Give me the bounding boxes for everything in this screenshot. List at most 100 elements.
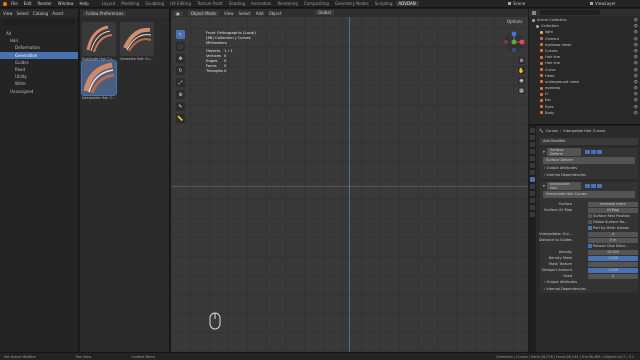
tab-advdan[interactable]: ADVDAN [395, 1, 419, 6]
modifier-tab-icon[interactable] [530, 177, 535, 182]
menu-render[interactable]: Render [37, 1, 51, 6]
render-toggle-icon[interactable] [596, 150, 602, 154]
tab-rendering[interactable]: Rendering [274, 1, 300, 6]
edit-mode-toggle-icon[interactable] [584, 150, 590, 154]
modifier-name-field[interactable]: Surface Deform [546, 148, 581, 156]
pan-hand-icon[interactable]: ✋ [518, 67, 525, 74]
internal-dependencies-subpanel[interactable]: › Internal Dependencies [540, 172, 638, 179]
tab-modeling[interactable]: Modeling [118, 1, 142, 6]
input-value-field[interactable]: 4 [588, 231, 638, 237]
tree-item-read[interactable]: Read [0, 66, 78, 73]
input-value-field[interactable]: 1.000 [588, 255, 638, 261]
asset-item[interactable]: Generate Hair Cu... [120, 22, 158, 61]
viewport-menu-object[interactable]: Object [269, 11, 282, 16]
tab-animation[interactable]: Animation [248, 1, 274, 6]
input-value-field[interactable]: 0 [588, 273, 638, 279]
menu-help[interactable]: Help [79, 1, 88, 6]
tree-item-guides[interactable]: Guides [0, 59, 78, 66]
tree-item-generation[interactable]: Generation [0, 51, 78, 59]
catalog-menu-view[interactable]: View [3, 11, 13, 16]
viewport-options-button[interactable]: Options [507, 19, 522, 24]
menu-file[interactable]: File [11, 1, 18, 6]
edit-mode-toggle-icon[interactable] [584, 184, 590, 188]
viewport-menu-select[interactable]: Select [238, 11, 250, 16]
editor-type-button[interactable]: ▣ [173, 10, 183, 16]
tab-shading[interactable]: Shading [226, 1, 248, 6]
mode-dropdown[interactable]: Object Mode [187, 10, 219, 16]
input-value-field[interactable]: 10.000 [588, 249, 638, 255]
output-attributes-subpanel[interactable]: › Output Attributes [540, 279, 638, 286]
input-value-field[interactable] [588, 261, 638, 267]
scene-selector[interactable]: Scene [508, 1, 525, 6]
checkbox[interactable] [588, 214, 592, 218]
internal-dependencies-subpanel[interactable]: › Internal Dependencies [540, 286, 638, 293]
grid-icon[interactable]: ▦ [518, 87, 525, 94]
collapse-icon[interactable]: ▾ [543, 184, 545, 188]
outliner-item[interactable]: Body 👁 [532, 110, 640, 116]
rotate-icon[interactable]: ↻ [176, 66, 185, 75]
tab-scripting[interactable]: Scripting [372, 1, 396, 6]
viewport-menu-view[interactable]: View [224, 11, 234, 16]
checkbox[interactable] [588, 220, 592, 224]
transform-icon[interactable]: ⊕ [176, 90, 185, 99]
render-tab-icon[interactable] [530, 135, 535, 140]
input-value-field[interactable]: UVMap [588, 207, 638, 213]
asset-item-selected[interactable]: Interpolate Hair C... [81, 60, 120, 100]
visibility-eye-icon[interactable]: 👁 [633, 110, 638, 116]
tree-item-write[interactable]: Write [0, 80, 78, 87]
data-tab-icon[interactable] [530, 205, 535, 210]
object-tab-icon[interactable] [530, 170, 535, 175]
physics-tab-icon[interactable] [530, 191, 535, 196]
modifier-name-field[interactable]: Interpolate Hair [546, 182, 581, 190]
catalog-menu-asset[interactable]: Asset [52, 11, 63, 16]
select-box-icon[interactable]: ◌ [176, 42, 185, 51]
node-group-field[interactable]: Interpolate Hair Curves [543, 191, 635, 198]
tree-item-utility[interactable]: Utility [0, 73, 78, 80]
tab-sculpting[interactable]: Sculpting [142, 1, 167, 6]
library-selector[interactable] [3, 19, 75, 25]
scene-tab-icon[interactable] [530, 156, 535, 161]
viewport-toggle-icon[interactable] [590, 150, 596, 154]
move-icon[interactable]: ✥ [176, 54, 185, 63]
tree-item-unassigned[interactable]: Unassigned [0, 88, 78, 95]
tab-compositing[interactable]: Compositing [301, 1, 332, 6]
catalog-menu-select[interactable]: Select [17, 11, 29, 16]
add-modifier-button[interactable]: Add Modifier [540, 138, 638, 145]
tab-uv-editing[interactable]: UV Editing [167, 1, 194, 6]
input-value-field[interactable]: 1.000 [588, 267, 638, 273]
asset-item[interactable]: Duplicate Hair Cu... [82, 22, 120, 61]
scale-icon[interactable]: ⤢ [176, 78, 185, 87]
measure-icon[interactable]: 📏 [176, 114, 185, 123]
checkbox[interactable] [588, 244, 592, 248]
render-toggle-icon[interactable] [596, 184, 602, 188]
tool-tab-icon[interactable] [530, 128, 535, 133]
catalog-menu-catalog[interactable]: Catalog [33, 11, 48, 16]
tree-item-deformation[interactable]: Deformation [0, 44, 78, 51]
input-value-field[interactable]: eyebrow mesh [588, 201, 638, 207]
asset-filter-dropdown[interactable]: Follow Preferences [83, 10, 127, 16]
tab-texture-paint[interactable]: Texture Paint [194, 1, 226, 6]
node-group-field[interactable]: Surface Deform [543, 157, 635, 164]
constraints-tab-icon[interactable] [530, 198, 535, 203]
modifier-header[interactable]: ▾ Interpolate Hair [540, 182, 638, 190]
modifier-header[interactable]: ▾ Surface Deform [540, 148, 638, 156]
view-layer-tab-icon[interactable] [530, 149, 535, 154]
navigation-gizmo[interactable] [503, 31, 525, 54]
input-value-field[interactable]: 0 m [588, 237, 638, 243]
viewport-menu-add[interactable]: Add [256, 11, 264, 16]
annotate-icon[interactable]: ✎ [176, 102, 185, 111]
cursor-icon[interactable]: ↖ [176, 30, 185, 39]
particles-tab-icon[interactable] [530, 184, 535, 189]
menu-edit[interactable]: Edit [24, 1, 32, 6]
material-tab-icon[interactable] [530, 212, 535, 217]
world-tab-icon[interactable] [530, 163, 535, 168]
zoom-icon[interactable]: ⊕ [518, 57, 525, 64]
viewport-toggle-icon[interactable] [590, 184, 596, 188]
menu-window[interactable]: Window [58, 1, 74, 6]
blender-logo-icon[interactable] [3, 1, 7, 6]
orientation-dropdown[interactable]: Global [315, 10, 334, 15]
output-tab-icon[interactable] [530, 142, 535, 147]
camera-icon[interactable]: ◉ [518, 77, 525, 84]
outliner-search-input[interactable] [540, 10, 600, 15]
tree-item-hair[interactable]: Hair [0, 37, 78, 44]
